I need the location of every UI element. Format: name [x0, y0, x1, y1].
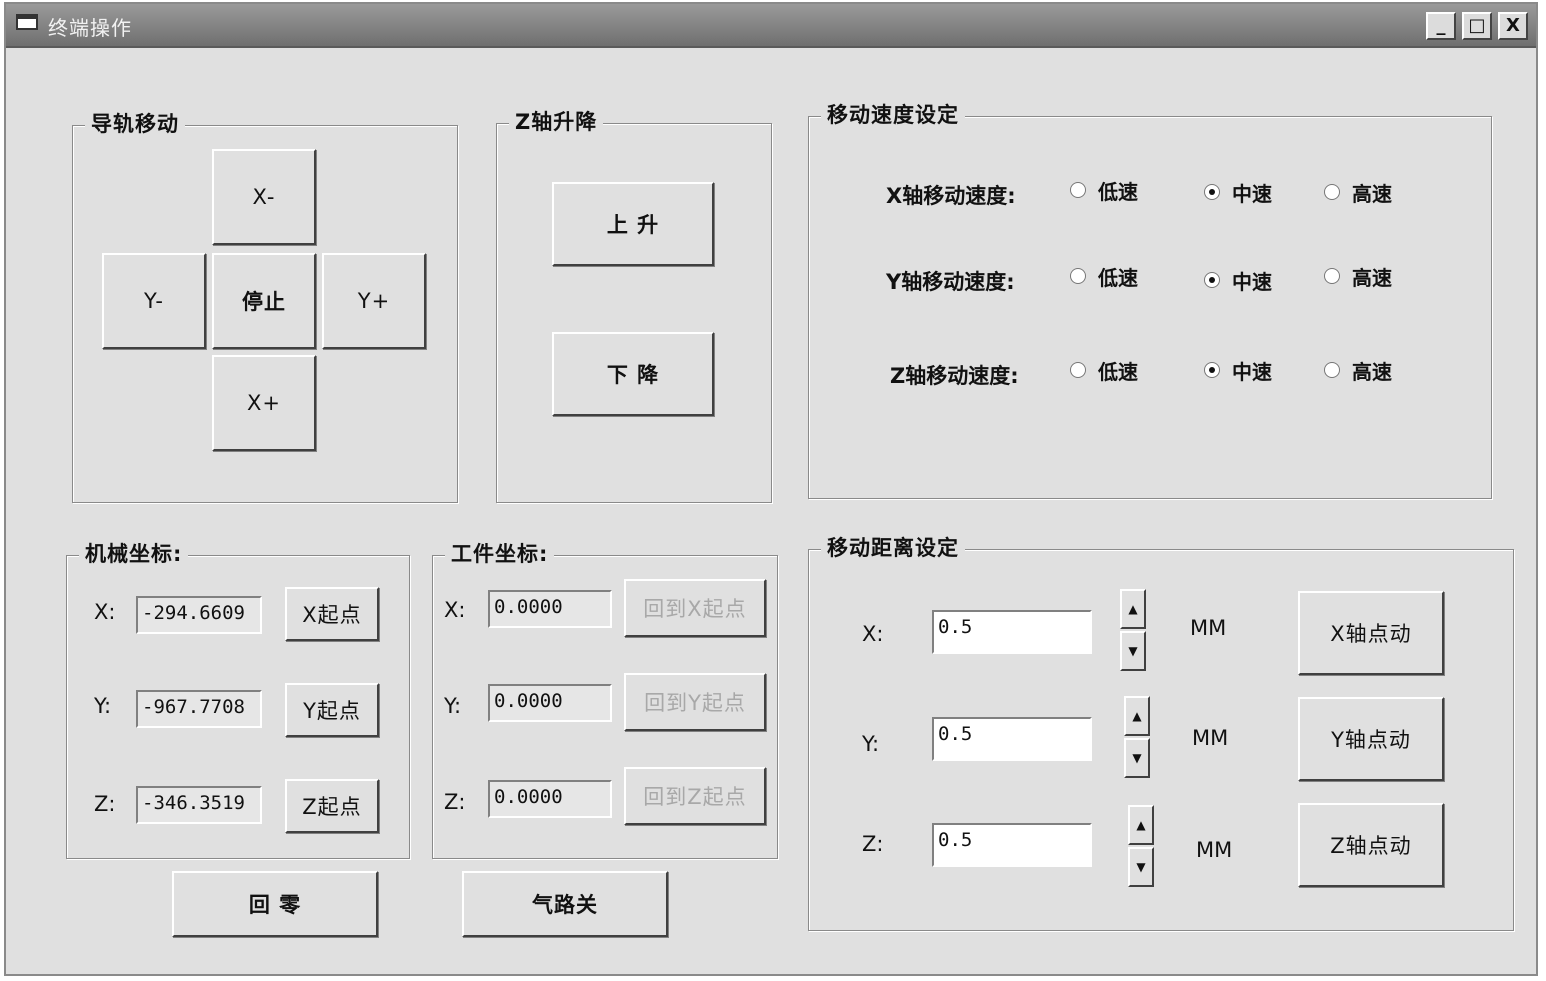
z-speed-high-radio[interactable] — [1324, 362, 1340, 378]
raise-button[interactable]: 上 升 — [552, 182, 714, 266]
x-plus-button[interactable]: X+ — [212, 355, 316, 451]
mech-y-value: -967.7708 — [136, 690, 262, 728]
window-icon — [16, 14, 38, 30]
dist-y-spin-up[interactable]: ▲ — [1124, 696, 1150, 736]
dist-z-unit: MM — [1196, 838, 1233, 862]
dist-x-spin-down[interactable]: ▼ — [1120, 631, 1146, 671]
x-speed-label: X轴移动速度: — [886, 184, 1016, 208]
x-jog-button[interactable]: X轴点动 — [1298, 591, 1444, 675]
x-speed-low-radio[interactable] — [1070, 182, 1086, 198]
mech-x-label: X: — [94, 600, 116, 624]
mech-z-label: Z: — [94, 792, 116, 816]
return-z-origin-button[interactable]: 回到Z起点 — [624, 767, 766, 825]
distance-setting-title: 移动距离设定 — [821, 534, 965, 562]
dist-x-input[interactable]: 0.5 — [932, 610, 1092, 654]
x-speed-mid-radio[interactable] — [1204, 184, 1220, 200]
y-speed-label: Y轴移动速度: — [886, 270, 1015, 294]
work-z-value: 0.0000 — [488, 780, 612, 818]
terminal-operation-window: 终端操作 _ □ X 导轨移动 X- Y- 停止 Y+ X+ Z轴升降 上 升 … — [4, 2, 1538, 976]
z-lift-group: Z轴升降 — [496, 108, 772, 503]
return-y-origin-button[interactable]: 回到Y起点 — [624, 673, 766, 731]
y-speed-mid-label: 中速 — [1232, 270, 1272, 294]
dist-y-unit: MM — [1192, 726, 1229, 750]
y-jog-button[interactable]: Y轴点动 — [1298, 697, 1444, 781]
z-lift-title: Z轴升降 — [509, 108, 604, 136]
dist-z-spin-down[interactable]: ▼ — [1128, 847, 1154, 887]
x-minus-button[interactable]: X- — [212, 149, 316, 245]
y-minus-button[interactable]: Y- — [102, 253, 206, 349]
dist-z-input[interactable]: 0.5 — [932, 823, 1092, 867]
work-x-label: X: — [444, 598, 466, 622]
x-speed-mid-label: 中速 — [1232, 182, 1272, 206]
work-x-value: 0.0000 — [488, 590, 612, 628]
mech-x-value: -294.6609 — [136, 596, 262, 634]
z-speed-mid-radio[interactable] — [1204, 362, 1220, 378]
x-speed-low-label: 低速 — [1098, 180, 1138, 204]
y-speed-low-radio[interactable] — [1070, 268, 1086, 284]
z-speed-mid-label: 中速 — [1232, 360, 1272, 384]
close-button[interactable]: X — [1498, 12, 1528, 40]
lower-button[interactable]: 下 降 — [552, 332, 714, 416]
z-speed-label: Z轴移动速度: — [890, 364, 1019, 388]
dist-x-label: X: — [862, 622, 884, 646]
dist-x-spin-up[interactable]: ▲ — [1120, 589, 1146, 629]
dist-x-unit: MM — [1190, 616, 1227, 640]
z-jog-button[interactable]: Z轴点动 — [1298, 803, 1444, 887]
x-speed-high-radio[interactable] — [1324, 184, 1340, 200]
y-speed-mid-radio[interactable] — [1204, 272, 1220, 288]
stop-button[interactable]: 停止 — [212, 253, 316, 349]
work-z-label: Z: — [444, 790, 466, 814]
x-origin-button[interactable]: X起点 — [285, 587, 379, 641]
home-button[interactable]: 回 零 — [172, 871, 378, 937]
mech-y-label: Y: — [94, 694, 112, 718]
minimize-button[interactable]: _ — [1426, 12, 1456, 40]
rail-move-title: 导轨移动 — [85, 110, 185, 138]
dist-z-label: Z: — [862, 832, 884, 856]
title-bar: 终端操作 _ □ X — [6, 4, 1536, 48]
mech-z-value: -346.3519 — [136, 786, 262, 824]
x-speed-high-label: 高速 — [1352, 182, 1392, 206]
maximize-button[interactable]: □ — [1462, 12, 1492, 40]
y-plus-button[interactable]: Y+ — [322, 253, 426, 349]
machine-coord-title: 机械坐标: — [79, 540, 189, 568]
y-speed-low-label: 低速 — [1098, 266, 1138, 290]
y-origin-button[interactable]: Y起点 — [285, 683, 379, 737]
air-off-button[interactable]: 气路关 — [462, 871, 668, 937]
speed-setting-title: 移动速度设定 — [821, 101, 965, 129]
work-y-label: Y: — [444, 694, 462, 718]
speed-setting-group: 移动速度设定 — [808, 101, 1492, 499]
y-speed-high-label: 高速 — [1352, 266, 1392, 290]
y-speed-high-radio[interactable] — [1324, 268, 1340, 284]
z-speed-low-radio[interactable] — [1070, 362, 1086, 378]
work-y-value: 0.0000 — [488, 684, 612, 722]
dist-y-input[interactable]: 0.5 — [932, 717, 1092, 761]
z-origin-button[interactable]: Z起点 — [285, 779, 379, 833]
work-coord-title: 工件坐标: — [445, 540, 555, 568]
z-speed-low-label: 低速 — [1098, 360, 1138, 384]
dist-y-label: Y: — [862, 732, 880, 756]
dist-y-spin-down[interactable]: ▼ — [1124, 738, 1150, 778]
dist-z-spin-up[interactable]: ▲ — [1128, 805, 1154, 845]
window-title: 终端操作 — [48, 16, 132, 40]
z-speed-high-label: 高速 — [1352, 360, 1392, 384]
return-x-origin-button[interactable]: 回到X起点 — [624, 579, 766, 637]
